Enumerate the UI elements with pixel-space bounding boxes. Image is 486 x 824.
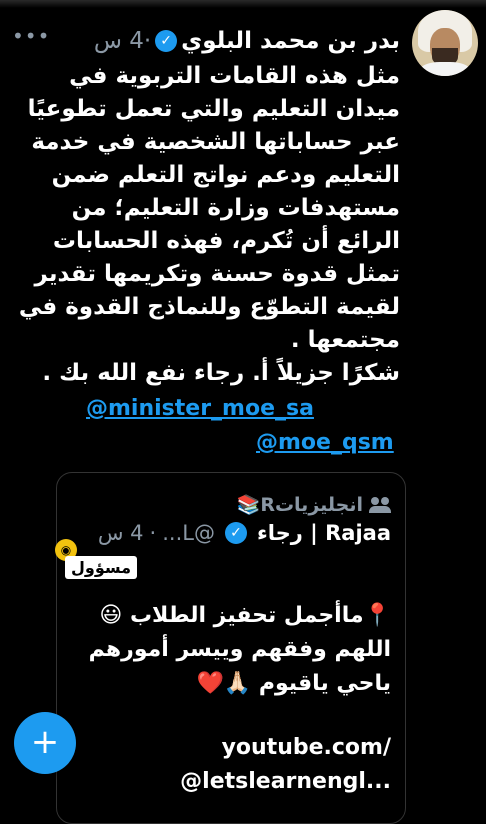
tweet-header: بدر بن محمد البلوي ✓ · 4 س xyxy=(20,24,400,58)
compose-button[interactable]: + xyxy=(14,712,76,774)
quoted-link[interactable]: @letslearnengl... xyxy=(180,769,391,794)
admin-badge: مسؤول xyxy=(65,556,138,579)
mention-link[interactable]: @moe_qsm xyxy=(256,430,394,455)
verified-badge-icon: ✓ xyxy=(224,522,247,544)
top-fade xyxy=(0,0,486,8)
tweet-line: تمثل قدوة حسنة وتكريمها تقدير xyxy=(34,261,400,287)
tweet-line: الرائع أن تُكرم، فهذه الحسابات xyxy=(52,228,400,254)
community-label[interactable]: انجليزياتR📚 xyxy=(237,493,391,516)
verified-badge-icon: ✓ xyxy=(155,30,178,52)
community-icon xyxy=(369,496,391,513)
quoted-time: 4 س xyxy=(97,521,144,545)
quoted-header: Rajaa | رجاء ✓ @L... · 4 س xyxy=(98,521,391,545)
quoted-text: 📍ماأجمل تحفيز الطلاب 😃 اللهم وفقهم وييسر… xyxy=(81,599,391,701)
quoted-author-name[interactable]: Rajaa | رجاء xyxy=(257,521,391,545)
quoted-line: اللهم وفقهم وييسر أمورهم xyxy=(88,637,391,662)
dot-separator: · xyxy=(143,28,152,54)
tweet-line: ميدان التعليم والتي تعمل تطوعيًا xyxy=(27,96,400,122)
quoted-line: 📍ماأجمل تحفيز الطلاب 😃 xyxy=(99,603,391,628)
plus-icon: + xyxy=(30,721,60,762)
quoted-handle: @L... xyxy=(162,521,215,545)
author-name[interactable]: بدر بن محمد البلوي xyxy=(181,28,400,54)
tweet-line: عبر حساباتها الشخصية في خدمة xyxy=(31,129,400,155)
quoted-line: ياحي ياقيوم 🙏🏻❤️ xyxy=(196,671,391,696)
tweet-line: التعليم ودعم نواتج التعلم ضمن xyxy=(51,162,400,188)
tweet-line: مثل هذه القامات التربوية في xyxy=(69,63,400,89)
community-name: انجليزياتR📚 xyxy=(236,494,363,516)
tweet-line: مجتمعها . xyxy=(290,327,400,353)
dot-separator: · xyxy=(149,521,157,545)
tweet-text: مثل هذه القامات التربوية في ميدان التعلي… xyxy=(16,60,400,390)
quoted-tweet-card[interactable]: انجليزياتR📚 Rajaa | رجاء ✓ @L... · 4 س ◉… xyxy=(55,472,406,824)
tweet-line: لقيمة التطوّع وللنماذج القدوة في xyxy=(18,294,400,320)
quoted-link[interactable]: youtube.com/ xyxy=(222,735,391,760)
tweet-line: شكرًا جزيلاً أ. رجاء نفع الله بك . xyxy=(42,360,400,386)
tweet-time[interactable]: 4 س xyxy=(94,28,144,54)
tweet-line: مستهدفات وزارة التعليم؛ من xyxy=(71,195,400,221)
author-avatar[interactable] xyxy=(412,10,478,76)
mention-link[interactable]: @minister_moe_sa xyxy=(86,396,314,421)
